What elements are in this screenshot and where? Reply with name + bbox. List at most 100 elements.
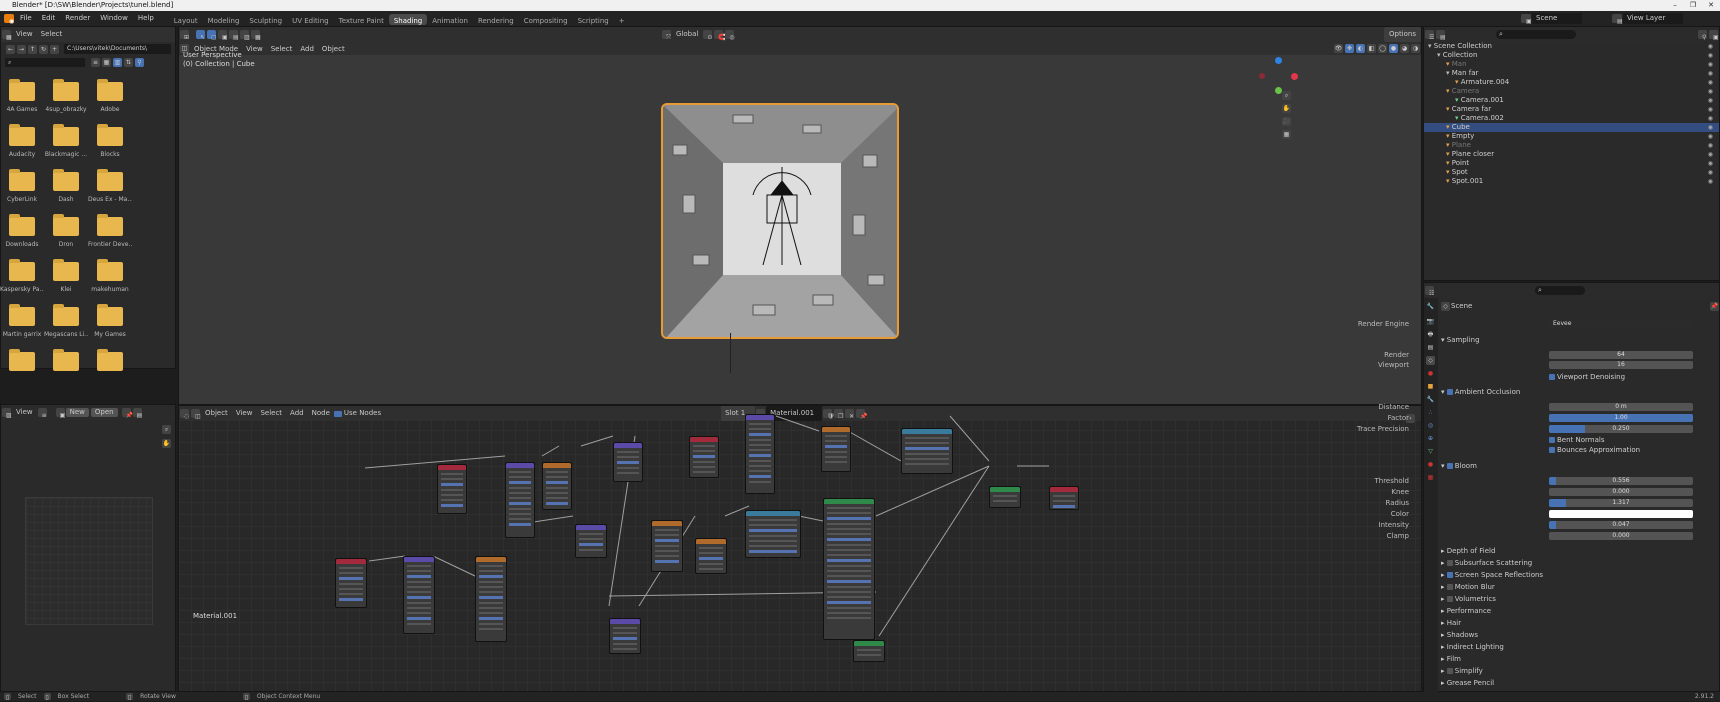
folder-icon[interactable] [53,169,79,191]
vp-menu-object[interactable]: Object [318,45,349,53]
folder-icon[interactable] [9,259,35,281]
visibility-eye-icon[interactable]: ◉ [1708,141,1713,150]
workspace-tab-6[interactable]: Animation [427,14,473,25]
folder-icon[interactable] [97,214,123,236]
outliner-item[interactable]: ▾ Camera ◉ [1424,87,1719,96]
camera-view-icon[interactable]: 🎥 [1282,117,1291,126]
visibility-eye-icon[interactable]: ◉ [1708,105,1713,114]
display-list-icon[interactable]: ≡ [91,57,100,67]
parent-dir-icon[interactable]: ↑ [28,44,37,54]
workspace-tab-1[interactable]: Modeling [203,14,245,25]
ao-factor-field[interactable]: 1.00 [1549,414,1693,422]
vp-menu-add[interactable]: Add [296,45,318,53]
visibility-eye-icon[interactable]: ◉ [1708,42,1713,51]
properties-search-input[interactable]: ⌕ [1535,286,1585,295]
visibility-eye-icon[interactable]: ◉ [1708,177,1713,186]
outliner-item[interactable]: ▾ Point ◉ [1424,159,1719,168]
menu-file[interactable]: File [15,11,37,26]
ao-trace-field[interactable]: 0.250 [1549,425,1693,433]
view-layer-selector[interactable]: View Layer [1623,13,1683,24]
filter-icon[interactable]: ⚲ [135,57,144,67]
visibility-icon[interactable]: 👁 [1334,44,1343,53]
workspace-tab-7[interactable]: Rendering [473,14,519,25]
visibility-eye-icon[interactable]: ◉ [1708,150,1713,159]
workspace-tab-8[interactable]: Compositing [519,14,573,25]
menu-help[interactable]: Help [133,11,159,26]
section-header-0[interactable]: ▸ Depth of Field [1,546,1720,557]
visibility-eye-icon[interactable]: ◉ [1708,159,1713,168]
visibility-eye-icon[interactable]: ◉ [1708,87,1713,96]
visibility-eye-icon[interactable]: ◉ [1708,132,1713,141]
section-header-7[interactable]: ▸ Shadows [1,630,1720,641]
section-header-9[interactable]: ▸ Film [1,654,1720,665]
back-icon[interactable]: ← [6,44,15,54]
visibility-eye-icon[interactable]: ◉ [1708,78,1713,87]
vp-menu-select[interactable]: Select [267,45,297,53]
select-intersect-icon[interactable]: ▦ [251,30,261,41]
menu-edit[interactable]: Edit [37,11,61,26]
shading-rendered-icon[interactable]: ◑ [1411,44,1420,53]
outliner-item[interactable]: ▾ Plane ◉ [1424,141,1719,150]
proportional-icon[interactable]: ◎ [725,30,735,41]
tool-tab-icon[interactable]: 🔧 [1426,302,1435,311]
visibility-eye-icon[interactable]: ◉ [1708,69,1713,78]
section-header-5[interactable]: ▸ Performance [1,606,1720,617]
path-field[interactable]: C:\Users\vitek\Documents\ [64,44,171,54]
overlay-icon[interactable]: ◐ [1356,44,1365,53]
shading-wire-icon[interactable]: ◯ [1378,44,1387,53]
cube-tunnel-object[interactable] [661,103,899,339]
outliner-item[interactable]: ▾ Man ◉ [1424,60,1719,69]
workspace-tab-0[interactable]: Layout [169,14,203,25]
workspace-tab-2[interactable]: Sculpting [244,14,287,25]
outliner-item[interactable]: ▾ Man far ◉ [1424,69,1719,78]
section-header-1[interactable]: ▸ Subsurface Scattering [1,558,1720,569]
outliner-search-input[interactable]: ⌕ [1496,30,1576,39]
options-dropdown[interactable]: Options [1383,27,1421,42]
zoom-icon[interactable]: ⌕ [1282,91,1291,100]
workspace-tab-4[interactable]: Texture Paint [334,14,389,25]
visibility-eye-icon[interactable]: ◉ [1708,51,1713,60]
outliner-item[interactable]: ▾ Collection ◉ [1424,51,1719,60]
forward-icon[interactable]: → [17,44,26,54]
minimize-button[interactable]: – [1666,0,1684,11]
section-header-2[interactable]: ▸ Screen Space Reflections [1,570,1720,581]
blender-logo-icon[interactable]: ◉ [4,14,14,25]
display-thumb-icon[interactable]: ▥ [113,57,122,67]
folder-icon[interactable] [9,79,35,101]
editor-type-icon[interactable]: ☰ [1425,30,1434,41]
outliner-filter-icon[interactable]: ⚲ [1698,30,1707,41]
visibility-eye-icon[interactable]: ◉ [1708,123,1713,132]
editor-type-icon[interactable]: ⊞ [180,30,189,41]
outliner-item[interactable]: ▾ Scene Collection ◉ [1424,42,1719,51]
ao-distance-field[interactable]: 0 m [1549,403,1693,411]
folder-icon[interactable] [97,169,123,191]
folder-icon[interactable] [97,124,123,146]
menu-window[interactable]: Window [95,11,133,26]
hand-pan-icon[interactable]: ✋ [1282,104,1291,113]
editor-type-icon[interactable]: ☷ [1425,286,1434,297]
visibility-eye-icon[interactable]: ◉ [1708,168,1713,177]
select-extend-icon[interactable]: ▣ [218,30,228,41]
pivot-icon[interactable]: ⊙ [703,30,712,41]
ao-section-header[interactable]: ▾ Ambient Occlusion [1,387,1720,398]
select-mode-icon[interactable]: ▢ [207,30,217,41]
shading-material-icon[interactable]: ◕ [1400,44,1409,53]
folder-icon[interactable] [53,124,79,146]
scene-selector[interactable]: Scene [1532,13,1582,24]
render-samples-field[interactable]: 64 [1549,351,1693,359]
navigation-gizmo[interactable] [1259,57,1299,97]
vp-menu-view[interactable]: View [242,45,267,53]
workspace-tab-9[interactable]: Scripting [573,14,614,25]
visibility-eye-icon[interactable]: ◉ [1708,60,1713,69]
maximize-button[interactable]: ❐ [1684,0,1702,11]
xray-icon[interactable]: ◧ [1367,44,1376,53]
snap-icon[interactable]: 🧲 [714,30,726,41]
bloom-threshold-field[interactable]: 0.556 [1549,477,1693,485]
section-header-4[interactable]: ▸ Volumetrics [1,594,1720,605]
shading-solid-icon[interactable]: ● [1389,44,1398,53]
bloom-clamp-field[interactable]: 0.000 [1549,532,1693,540]
ortho-grid-icon[interactable]: ▦ [1282,130,1291,139]
visibility-eye-icon[interactable]: ◉ [1708,96,1713,105]
folder-icon[interactable] [9,169,35,191]
select-invert-icon[interactable]: ▥ [240,30,250,41]
